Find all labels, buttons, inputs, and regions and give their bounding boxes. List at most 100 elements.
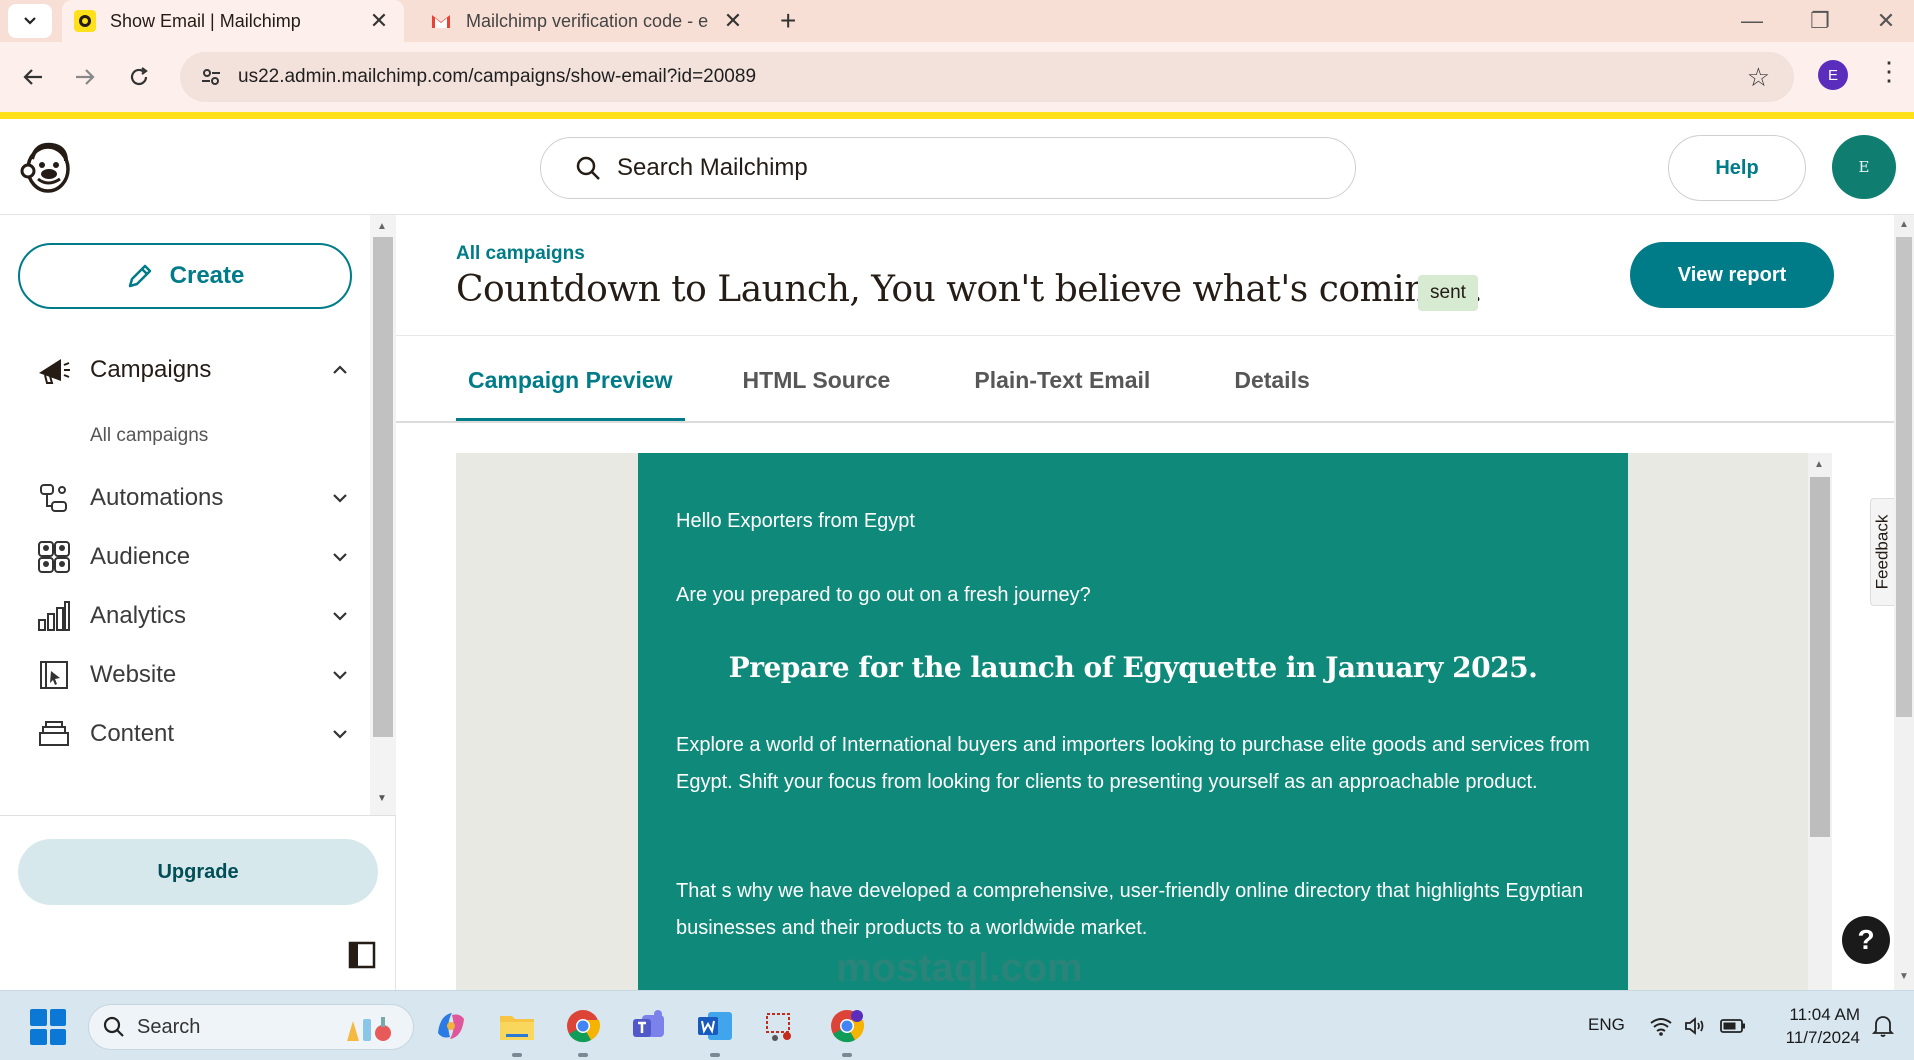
main-content: All campaigns Countdown to Launch, You w… <box>396 215 1914 990</box>
sidebar-item-automations[interactable]: Automations <box>0 471 360 525</box>
snipping-tool-icon[interactable] <box>758 1003 804 1049</box>
email-paragraph: That s why we have developed a comprehen… <box>676 880 1584 939</box>
pencil-icon <box>126 262 154 290</box>
sidebar-item-analytics[interactable]: Analytics <box>0 589 360 643</box>
sidebar-item-label: Audience <box>90 543 191 570</box>
page-title: Countdown to Launch, You won't believe w… <box>456 269 1483 310</box>
scrollbar-thumb[interactable] <box>373 237 393 737</box>
chevron-down-icon[interactable] <box>328 492 352 504</box>
mailchimp-logo-icon[interactable] <box>18 137 78 197</box>
sidebar-item-label: Campaigns <box>90 356 212 383</box>
taskbar-search-label: Search <box>137 1015 201 1038</box>
windows-start-icon[interactable] <box>30 1009 66 1045</box>
scrollbar-thumb[interactable] <box>1896 237 1912 717</box>
help-button[interactable]: Help <box>1668 135 1806 201</box>
collapse-sidebar-icon[interactable] <box>348 941 376 969</box>
file-explorer-icon[interactable] <box>494 1003 540 1057</box>
search-icon <box>576 156 600 180</box>
tab-details[interactable]: Details <box>1234 337 1309 423</box>
content-icon <box>36 716 72 752</box>
minimize-button[interactable]: — <box>1718 0 1786 42</box>
forward-button[interactable] <box>64 56 106 98</box>
chrome-profile-icon[interactable] <box>824 1003 870 1057</box>
scroll-down-arrow-icon[interactable]: ▼ <box>1899 971 1909 982</box>
system-clock[interactable]: 11:04 AM 11/7/2024 <box>1768 1003 1860 1049</box>
sidebar-item-label: Analytics <box>90 602 187 629</box>
browser-tab-bar: Show Email | Mailchimp ✕ Mailchimp verif… <box>0 0 1914 42</box>
sidebar-scrollbar[interactable]: ▲ ▼ <box>370 215 396 815</box>
copilot-icon[interactable] <box>428 1003 474 1049</box>
volume-icon[interactable] <box>1682 1013 1708 1039</box>
sidebar-item-content[interactable]: Content <box>0 707 360 761</box>
search-input[interactable] <box>617 154 1317 182</box>
scrollbar-thumb[interactable] <box>1810 477 1830 837</box>
sidebar-subitem-all-campaigns[interactable]: All campaigns <box>90 425 208 447</box>
browser-tab-gmail[interactable]: Mailchimp verification code - e ✕ <box>418 0 758 42</box>
gmail-favicon <box>432 15 450 28</box>
bookmark-star-icon[interactable]: ☆ <box>1747 62 1770 93</box>
sidebar-item-campaigns[interactable]: Campaigns <box>0 343 360 397</box>
help-fab-button[interactable]: ? <box>1842 916 1890 964</box>
sidebar-item-label: Content <box>90 720 175 747</box>
new-tab-button[interactable]: + <box>780 0 796 42</box>
word-icon[interactable] <box>692 1003 738 1057</box>
clock-date: 11/7/2024 <box>1785 1028 1860 1047</box>
chevron-up-icon[interactable] <box>328 364 352 376</box>
preview-scrollbar[interactable]: ▲ <box>1808 453 1832 990</box>
close-tab-icon[interactable]: ✕ <box>720 8 746 34</box>
chevron-down-icon[interactable] <box>328 551 352 563</box>
feedback-tab[interactable]: Feedback <box>1870 498 1894 606</box>
tab-html-source[interactable]: HTML Source <box>743 337 891 423</box>
scroll-up-arrow-icon[interactable]: ▲ <box>1899 219 1909 230</box>
scroll-down-arrow-icon[interactable]: ▼ <box>377 793 387 804</box>
browser-tab-mailchimp[interactable]: Show Email | Mailchimp ✕ <box>62 0 404 42</box>
scroll-up-arrow-icon[interactable]: ▲ <box>1814 459 1824 470</box>
taskbar-search[interactable]: Search <box>88 1004 414 1050</box>
breadcrumb-all-campaigns[interactable]: All campaigns <box>456 243 585 265</box>
close-window-button[interactable]: ✕ <box>1852 0 1914 42</box>
account-avatar[interactable]: E <box>1832 135 1896 199</box>
chrome-icon[interactable] <box>560 1003 606 1057</box>
app-header: Help E <box>0 119 1914 215</box>
browser-profile-avatar[interactable]: E <box>1818 60 1848 90</box>
chevron-down-icon[interactable] <box>328 669 352 681</box>
close-tab-icon[interactable]: ✕ <box>366 8 392 34</box>
sidebar-item-website[interactable]: Website <box>0 648 360 702</box>
website-icon <box>36 657 72 693</box>
chevron-down-icon[interactable] <box>328 610 352 622</box>
windows-taskbar: Search ENG 11:04 AM 11/7/2024 <box>0 990 1914 1060</box>
url-field[interactable]: us22.admin.mailchimp.com/campaigns/show-… <box>180 52 1794 102</box>
campaign-tabs: Campaign Preview HTML Source Plain-Text … <box>456 337 1394 423</box>
sidebar-item-audience[interactable]: Audience <box>0 530 360 584</box>
reload-button[interactable] <box>118 56 160 98</box>
upgrade-button[interactable]: Upgrade <box>18 839 378 905</box>
teams-icon[interactable] <box>626 1003 672 1049</box>
email-paragraph: Explore a world of International buyers … <box>676 734 1590 793</box>
wifi-icon[interactable] <box>1648 1013 1674 1039</box>
restore-button[interactable]: ❐ <box>1786 0 1854 42</box>
page-scrollbar[interactable]: ▲ ▼ <box>1894 215 1914 990</box>
browser-menu-icon[interactable]: ⋮ <box>1876 56 1902 87</box>
battery-icon[interactable] <box>1720 1013 1746 1039</box>
status-badge: sent <box>1418 275 1478 311</box>
global-search[interactable] <box>540 137 1356 199</box>
language-indicator[interactable]: ENG <box>1588 1015 1625 1035</box>
automations-icon <box>36 480 72 516</box>
tab-campaign-preview[interactable]: Campaign Preview <box>456 337 685 423</box>
email-question: Are you prepared to go out on a fresh jo… <box>676 584 1091 606</box>
email-preview-frame: Hello Exporters from Egypt Are you prepa… <box>456 453 1816 990</box>
back-button[interactable] <box>12 56 54 98</box>
tab-plain-text-email[interactable]: Plain-Text Email <box>974 337 1150 423</box>
bar-chart-icon <box>36 598 72 634</box>
feedback-label: Feedback <box>1872 514 1892 590</box>
scroll-up-arrow-icon[interactable]: ▲ <box>377 221 387 232</box>
chevron-down-icon <box>24 17 36 25</box>
notification-bell-icon[interactable] <box>1870 1013 1896 1039</box>
site-info-icon[interactable] <box>196 62 226 92</box>
url-text: us22.admin.mailchimp.com/campaigns/show-… <box>238 66 757 87</box>
view-report-button[interactable]: View report <box>1630 242 1834 308</box>
create-button[interactable]: Create <box>18 243 352 309</box>
tab-title: Show Email | Mailchimp <box>110 10 301 31</box>
tab-search-dropdown[interactable] <box>8 4 52 38</box>
chevron-down-icon[interactable] <box>328 728 352 740</box>
